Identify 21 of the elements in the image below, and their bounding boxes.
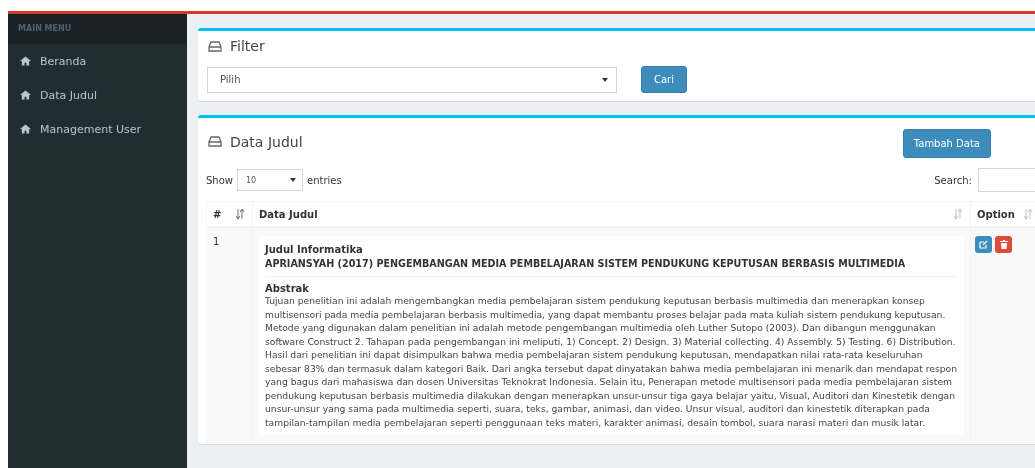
sidebar-item[interactable]: Data Judul: [8, 78, 187, 112]
abstract-label: Abstrak: [265, 283, 310, 294]
sidebar-item[interactable]: Management User: [8, 112, 187, 146]
page-size-select[interactable]: 10: [237, 169, 303, 191]
search-label: Search:: [934, 174, 972, 186]
category-label: Judul Informatika: [265, 244, 364, 255]
search-button[interactable]: Cari: [641, 66, 687, 93]
table-cell: 1: [207, 228, 253, 443]
column-header[interactable]: #: [207, 202, 253, 226]
column-header[interactable]: Data Judul: [253, 202, 971, 226]
panel-title: Filter: [208, 38, 265, 54]
category-select[interactable]: Pilih: [207, 66, 617, 93]
entries-label: entries: [307, 174, 342, 186]
panel-title: Data Judul: [208, 133, 303, 150]
abstract-text: Tujuan penelitian ini adalah mengembangkan media pembelajaran sistem pendukung keputusan berbasis multimedia dan menerapkan konsep multisensori pada media pembelajaran berbasis multimedia, yang dapat membantu proses belajar pada mata kuliah sistem pendukung keputusan. Metode yang digunakan dalam penelitian ini adalah metode pengembangan multimedia oleh Luther Sutopo (2003). Dan dibangun menggunakan software Construct 2. Tahapan pada pengembangan ini meliputi, 1) Concept. 2) Design. 3) Material collecting. 4) Assembly. 5) Testing. 6) Distribution. Hasil dari penelitian ini dapat disimpulkan bahwa media pembelajaran sistem pendukung keputusan, mendapatkan nilai rata-rata keseluruhan sebesar 83% dan termasuk dalam kategori Baik. Dari angka tersebut dapat dinyatakan bahwa media pembelajaran ini menarik dan mendapat respon yang bagus dari mahasiswa dan dosen Universitas Teknokrat Indonesia. Selain itu, Penerapan metode multisensori pada media pembelajaran sistem pendukung keputusan berbasis multimedia dilakukan dengan menerapkan unsur-unsur tiga gaya belajar yaitu, Visual, Auditori dan Kinestetik dengan unsur-unsur yang sama pada multimedia seperti, suara, teks, gambar, animasi, dan video. Unsur visual, auditori dan kinestetik diterapkan pada tampilan-tampilan media pembelajaran seperti penggunaan teks materi, karakter animasi, desain tombol, suara narasi materi dan musik latar.: [265, 294, 958, 429]
menu-header: MAIN MENU: [8, 14, 187, 44]
add-data-button[interactable]: Tambah Data: [902, 129, 991, 158]
show-label: Show: [206, 174, 233, 186]
column-header[interactable]: Option: [971, 202, 1035, 226]
sidebar-item[interactable]: Beranda: [8, 44, 187, 78]
entry-title: APRIANSYAH (2017) PENGEMBANGAN MEDIA PEMBELAJARAN SISTEM PENDUKUNG KEPUTUSAN BERBASIS MULTIMEDIA: [265, 258, 958, 277]
